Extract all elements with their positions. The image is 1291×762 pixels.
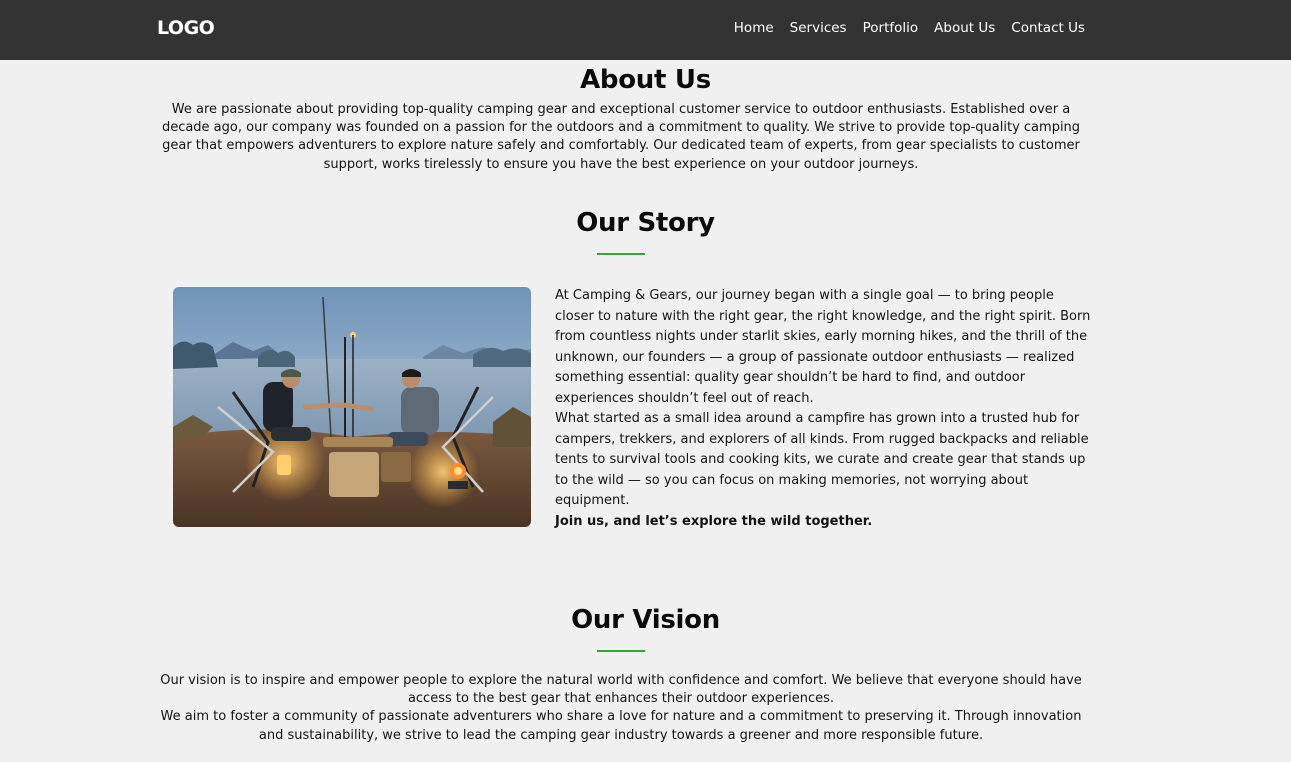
story-cta: Join us, and let’s explore the wild toge…: [555, 513, 873, 529]
nav-links: Home Services Portfolio About Us Contact…: [734, 20, 1085, 36]
about-title: About Us: [580, 65, 711, 95]
nav-link-contact-us[interactable]: Contact Us: [1011, 20, 1085, 36]
story-paragraph-1: At Camping & Gears, our journey began wi…: [555, 288, 1091, 406]
navbar: LOGO Home Services Portfolio About Us Co…: [0, 0, 1291, 60]
nav-link-services[interactable]: Services: [790, 20, 847, 36]
nav-link-about-us[interactable]: About Us: [934, 20, 995, 36]
vision-title: Our Vision: [571, 605, 720, 635]
vision-paragraph-2: We aim to foster a community of passiona…: [160, 709, 1082, 743]
story-paragraph-2: What started as a small idea around a ca…: [555, 411, 1089, 508]
vision-paragraph-1: Our vision is to inspire and empower peo…: [160, 673, 1082, 707]
about-text: We are passionate about providing top-qu…: [161, 102, 1081, 172]
nav-link-home[interactable]: Home: [734, 20, 774, 36]
nav-link-portfolio[interactable]: Portfolio: [863, 20, 919, 36]
story-title-underline: [597, 253, 645, 255]
story-title: Our Story: [576, 208, 715, 238]
vision-text: Our vision is to inspire and empower peo…: [160, 672, 1082, 745]
vision-title-underline: [597, 650, 645, 652]
story-image: [173, 287, 531, 527]
logo[interactable]: LOGO: [157, 17, 215, 39]
story-text: At Camping & Gears, our journey began wi…: [555, 286, 1095, 532]
